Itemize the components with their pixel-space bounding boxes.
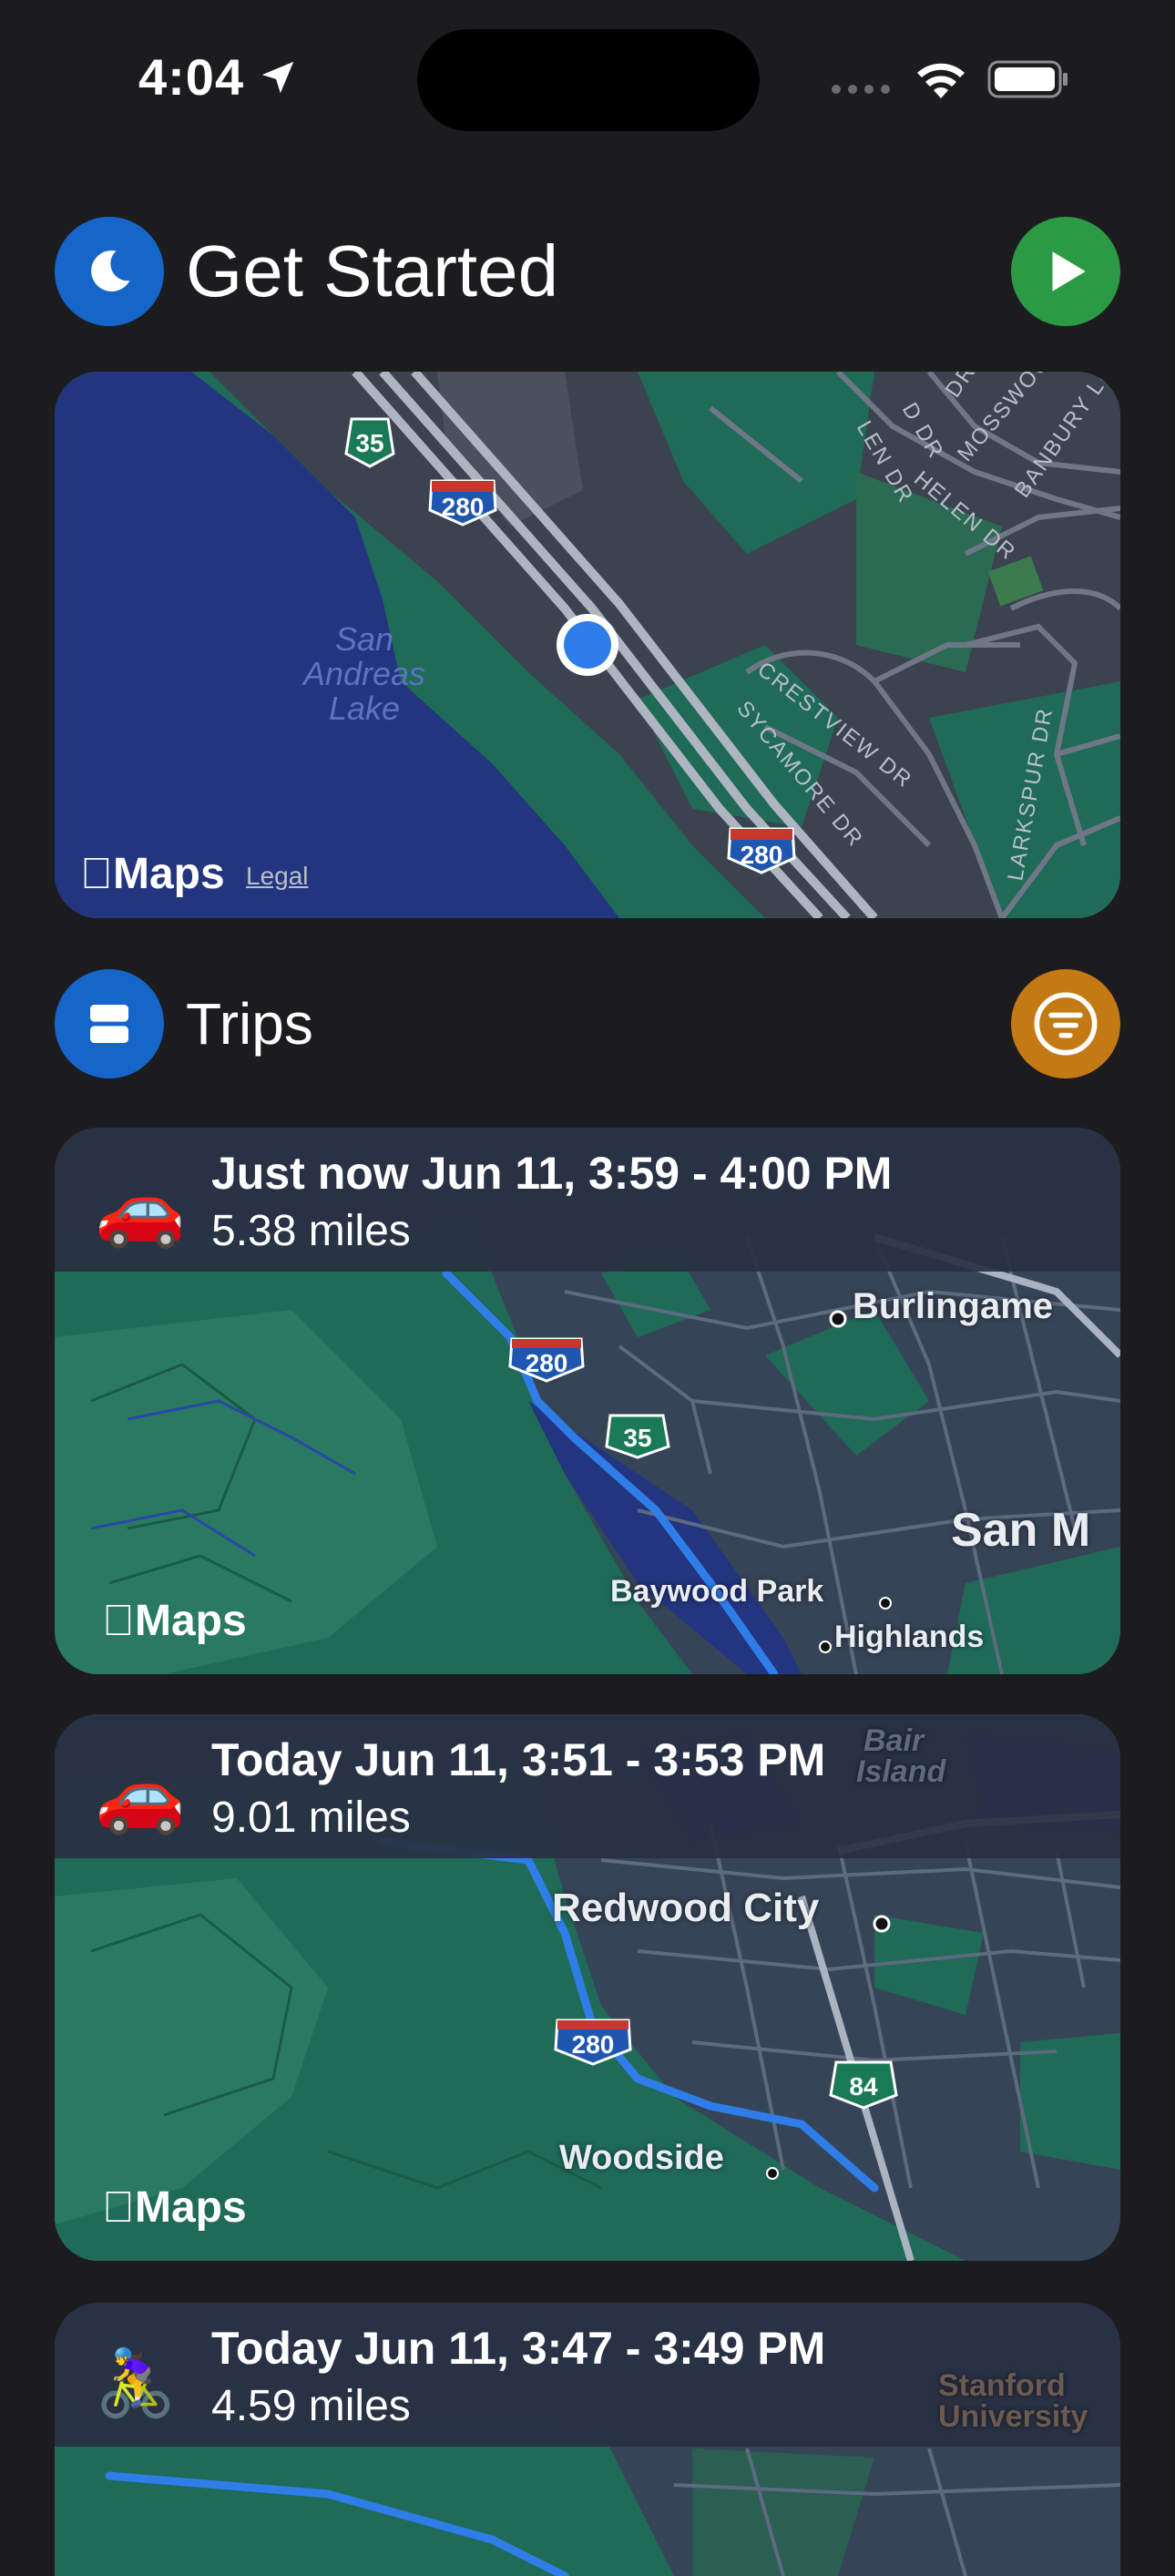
map-place-label: University — [938, 2399, 1088, 2434]
filter-icon — [1034, 992, 1098, 1056]
svg-text:Andreas: Andreas — [301, 655, 425, 692]
trip-distance: 4.59 miles — [211, 2382, 411, 2430]
current-location-map[interactable]: 35 280 280 San Andreas Lake CRESTVIEW DR… — [55, 372, 1120, 918]
start-trip-button[interactable] — [1011, 217, 1120, 326]
trips-button[interactable] — [55, 969, 164, 1078]
svg-text:280: 280 — [526, 1349, 568, 1377]
car-icon: 🚗 — [95, 1754, 186, 1835]
trip-header: 🚗 Today Jun 11, 3:51 - 3:53 PM 9.01 mile… — [55, 1714, 1120, 1858]
svg-text:280: 280 — [572, 2030, 615, 2059]
trip-header: 🚴‍♀️ Today Jun 11, 3:47 - 3:49 PM 4.59 m… — [55, 2303, 1120, 2447]
trip-time-label: Just now Jun 11, 3:59 - 4:00 PM — [211, 1148, 893, 1199]
page-title: Get Started — [186, 230, 559, 312]
play-icon — [1052, 251, 1086, 291]
svg-text:San: San — [335, 620, 393, 658]
map-place-label: Highlands — [834, 1620, 985, 1654]
location-arrow-icon — [261, 61, 294, 94]
svg-text:Lake: Lake — [329, 690, 400, 727]
apple-logo-icon:  — [102, 1597, 135, 1645]
apple-maps-logo: Maps — [102, 2183, 247, 2232]
svg-text:280: 280 — [442, 493, 485, 521]
current-location-dot — [557, 614, 618, 676]
trip-time-label: Today Jun 11, 3:51 - 3:53 PM — [211, 1734, 826, 1785]
filter-button[interactable] — [1011, 969, 1120, 1078]
moon-button[interactable] — [55, 217, 164, 326]
map-place-label: Baywood Park — [610, 1574, 824, 1609]
list-icon — [90, 1005, 128, 1043]
trip-card[interactable]: 🚴‍♀️ Today Jun 11, 3:47 - 3:49 PM 4.59 m… — [55, 2303, 1120, 2576]
trips-title: Trips — [186, 991, 313, 1057]
legal-link[interactable]: Legal — [246, 862, 309, 891]
map-place-label: San M — [951, 1504, 1091, 1557]
status-time: 4:04 — [138, 48, 245, 106]
apple-maps-logo: Maps — [102, 1597, 247, 1645]
trip-header: 🚗 Just now Jun 11, 3:59 - 4:00 PM 5.38 m… — [55, 1128, 1120, 1272]
wifi-icon — [917, 63, 965, 98]
route-shield-35-icon: 35 — [605, 1414, 670, 1459]
cellular-signal-icon — [832, 85, 890, 94]
map-place-label: Woodside — [559, 2139, 724, 2177]
apple-maps-logo: Maps — [80, 850, 225, 898]
svg-text:35: 35 — [355, 429, 383, 457]
bicycle-icon: 🚴‍♀️ — [95, 2347, 177, 2420]
map-place-label: Island — [856, 1754, 946, 1789]
svg-text:35: 35 — [623, 1424, 651, 1452]
trip-card[interactable]: 280 35 Burlingame San M Baywood Park Hig… — [55, 1128, 1120, 1674]
trip-card[interactable]: 280 84 Redwood City Woodside 🚗 Today Jun… — [55, 1714, 1120, 2261]
map-place-label: Redwood City — [552, 1886, 820, 1930]
trip-distance: 9.01 miles — [211, 1794, 411, 1842]
map-place-label: Burlingame — [853, 1286, 1054, 1326]
moon-icon — [91, 250, 130, 291]
apple-logo-icon:  — [80, 850, 113, 898]
car-icon: 🚗 — [95, 1168, 186, 1249]
battery-icon — [987, 60, 1068, 98]
trip-time-label: Today Jun 11, 3:47 - 3:49 PM — [211, 2323, 826, 2374]
trip-distance: 5.38 miles — [211, 1207, 411, 1255]
svg-text:280: 280 — [741, 841, 783, 869]
dynamic-island — [417, 29, 760, 131]
location-map-graphic: 35 280 280 San Andreas Lake CRESTVIEW DR… — [55, 372, 1120, 918]
apple-logo-icon:  — [102, 2183, 135, 2232]
svg-text:84: 84 — [849, 2072, 878, 2101]
